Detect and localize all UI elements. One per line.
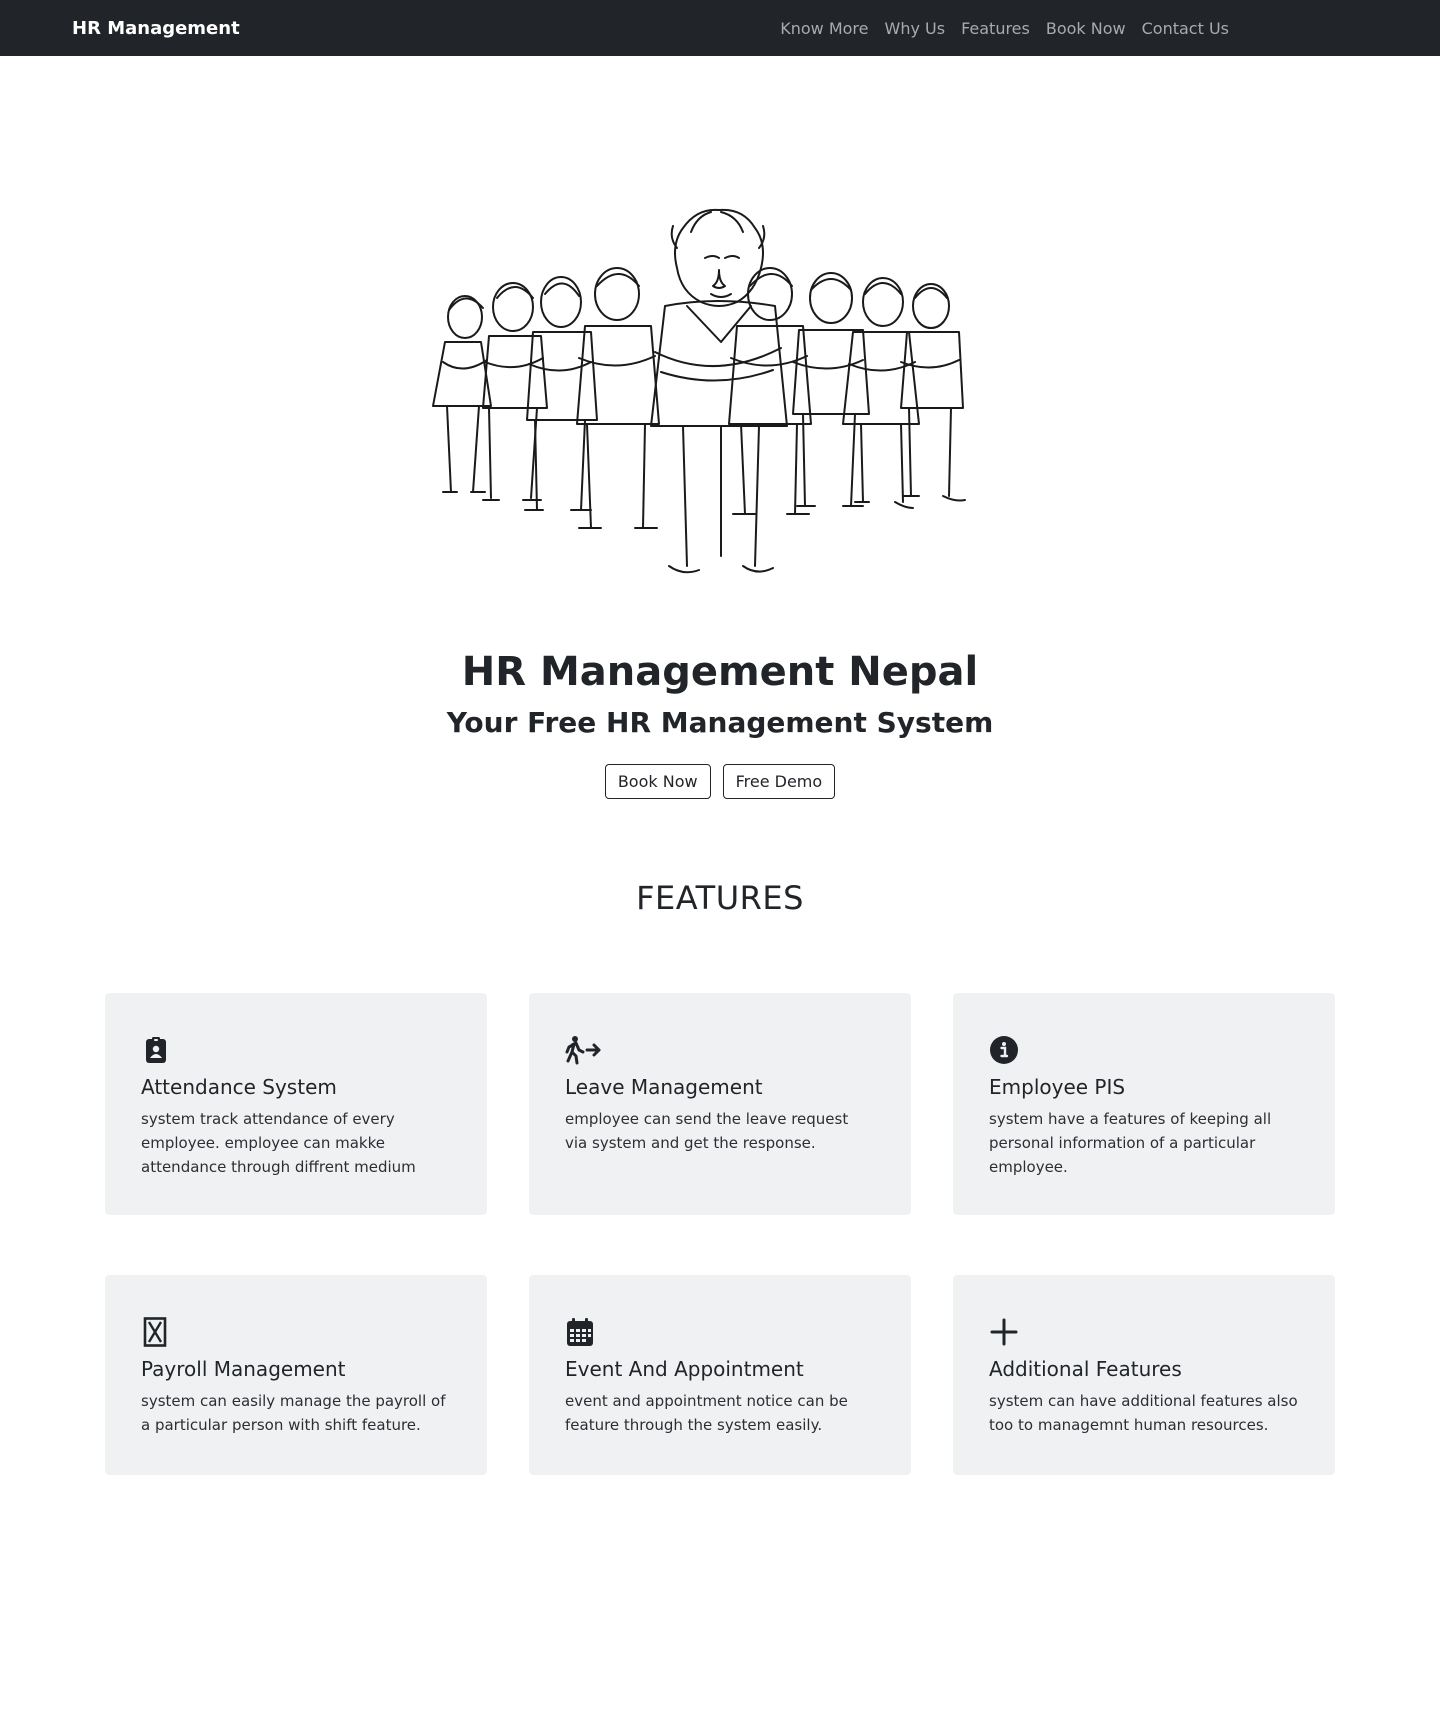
feature-card-text: employee can send the leave request via …	[565, 1109, 849, 1152]
feature-card-title: Attendance System	[141, 1074, 337, 1099]
nav-link-why-us[interactable]: Why Us	[885, 19, 946, 38]
feature-card-text: system have a features of keeping all pe…	[989, 1109, 1272, 1176]
nav-links: Know More Why Us Features Book Now Conta…	[780, 19, 1229, 38]
feature-card-employee-pis: Employee PIS system have a features of k…	[953, 992, 1335, 1215]
features-grid: Attendance System system track attendanc…	[105, 992, 1440, 1475]
feature-card-title: Payroll Management	[141, 1356, 346, 1381]
calendar-icon	[567, 1317, 593, 1346]
feature-card-title: Event And Appointment	[565, 1356, 804, 1381]
feature-card-text: system track attendance of every employe…	[141, 1109, 416, 1176]
feature-card-text: event and appointment notice can be feat…	[565, 1391, 848, 1434]
feature-card-leave: Leave Management employee can send the l…	[529, 992, 911, 1215]
info-circle-icon	[990, 1035, 1018, 1064]
feature-card-title: Additional Features	[989, 1356, 1182, 1381]
feature-card-text: system can have additional features also…	[989, 1391, 1298, 1434]
nav-link-book-now[interactable]: Book Now	[1046, 19, 1126, 38]
free-demo-button[interactable]: Free Demo	[722, 763, 836, 799]
top-navbar: HR Management Know More Why Us Features …	[0, 0, 1440, 56]
hourglass-icon	[143, 1316, 167, 1347]
hero-section: HR Management Nepal Your Free HR Managem…	[0, 202, 1440, 799]
feature-card-title: Leave Management	[565, 1074, 763, 1099]
walking-person-arrow-icon	[565, 1035, 601, 1065]
feature-card-payroll: Payroll Management system can easily man…	[105, 1274, 487, 1475]
hero-subtitle: Your Free HR Management System	[446, 706, 994, 739]
nav-link-features[interactable]: Features	[961, 19, 1030, 38]
clipboard-user-icon	[146, 1036, 166, 1063]
feature-card-event: Event And Appointment event and appointm…	[529, 1274, 911, 1475]
feature-card-additional: Additional Features system can have addi…	[953, 1274, 1335, 1475]
book-now-button[interactable]: Book Now	[604, 763, 711, 799]
team-illustration	[432, 208, 966, 574]
feature-card-text: system can easily manage the payroll of …	[141, 1391, 446, 1434]
nav-link-know-more[interactable]: Know More	[780, 19, 868, 38]
plus-icon	[990, 1318, 1018, 1346]
hero-buttons: Book Now Free Demo	[0, 763, 1440, 799]
features-heading: FEATURES	[636, 878, 804, 917]
feature-card-title: Employee PIS	[989, 1074, 1126, 1099]
hero-title: HR Management Nepal	[461, 649, 979, 695]
feature-card-attendance: Attendance System system track attendanc…	[105, 992, 487, 1215]
brand-link[interactable]: HR Management	[72, 18, 240, 39]
nav-link-contact-us[interactable]: Contact Us	[1142, 19, 1229, 38]
